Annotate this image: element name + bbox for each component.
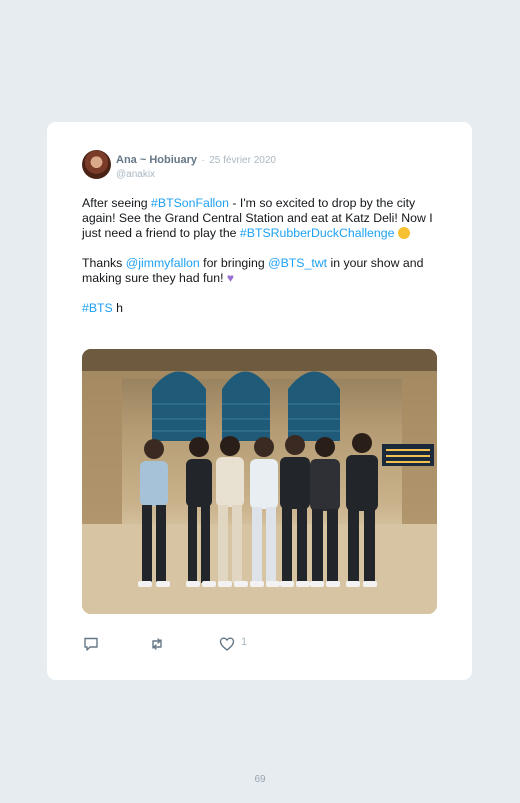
tweet-photo[interactable] bbox=[82, 349, 437, 614]
heart-icon[interactable] bbox=[218, 635, 236, 653]
text-segment: After seeing bbox=[82, 196, 152, 210]
separator-dot: · bbox=[201, 155, 205, 166]
mention-link[interactable]: @jimmyfallon bbox=[126, 256, 200, 270]
page-number: 69 bbox=[254, 774, 266, 785]
text-segment: for bringing bbox=[199, 256, 269, 270]
tweet-paragraph-3: #BTS h bbox=[82, 301, 442, 316]
mention-link[interactable]: @BTS_twt bbox=[268, 256, 327, 270]
tweet-header: Ana ~ Hobiuary · 25 février 2020 @anakix bbox=[116, 152, 276, 181]
text-segment: h bbox=[112, 301, 124, 315]
hashtag-link[interactable]: #BTS bbox=[82, 301, 113, 315]
page: Ana ~ Hobiuary · 25 février 2020 @anakix… bbox=[0, 0, 520, 803]
tweet-actions: 1 bbox=[82, 635, 282, 653]
tweet-paragraph-2: Thanks @jimmyfallon for bringing @BTS_tw… bbox=[82, 256, 442, 286]
author-handle[interactable]: @anakix bbox=[116, 168, 276, 181]
tweet-card: Ana ~ Hobiuary · 25 février 2020 @anakix… bbox=[47, 122, 472, 680]
retweet-icon[interactable] bbox=[148, 635, 166, 653]
like-count: 1 bbox=[241, 636, 248, 648]
laughing-emoji-icon bbox=[397, 227, 410, 239]
tweet-paragraph-1: After seeing #BTSonFallon - I'm so excit… bbox=[82, 196, 442, 241]
hashtag-link[interactable]: #BTSRubberDuckChallenge bbox=[240, 226, 394, 240]
author-name[interactable]: Ana ~ Hobiuary bbox=[116, 154, 197, 166]
reply-icon[interactable] bbox=[82, 635, 100, 653]
tweet-text: After seeing #BTSonFallon - I'm so excit… bbox=[82, 196, 442, 331]
tweet-date[interactable]: 25 février 2020 bbox=[209, 155, 276, 166]
avatar[interactable] bbox=[82, 150, 111, 179]
hashtag-link[interactable]: #BTSonFallon bbox=[151, 196, 229, 210]
photo-illustration bbox=[82, 349, 437, 614]
purple-heart-emoji-icon: ♥ bbox=[226, 271, 235, 285]
text-segment: Thanks bbox=[82, 256, 126, 270]
